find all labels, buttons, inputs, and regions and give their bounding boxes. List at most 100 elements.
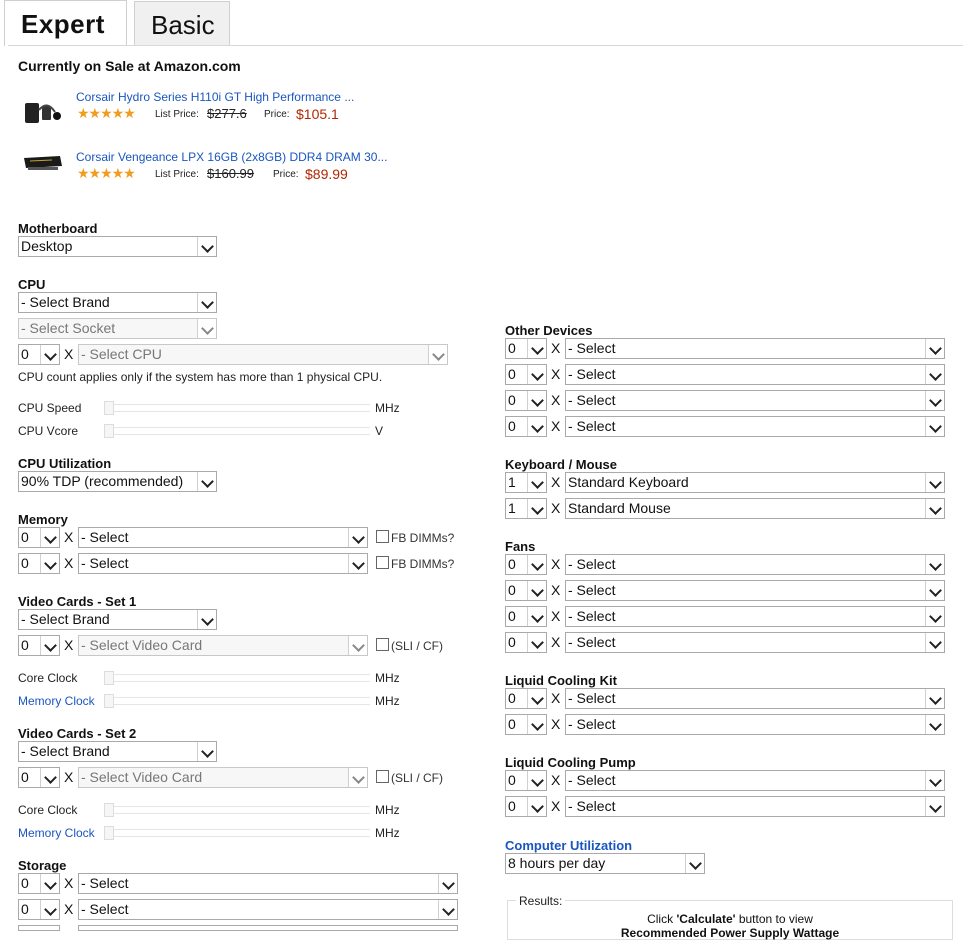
times-sign: X (64, 901, 74, 917)
storage-select-2[interactable]: - Select (78, 899, 458, 920)
motherboard-select[interactable]: Desktop (18, 236, 217, 257)
slider-handle[interactable] (104, 401, 114, 415)
chevron-down-icon (527, 633, 546, 652)
memory-count-select-2[interactable]: 0 (18, 553, 60, 574)
core-clock-slider-1[interactable] (104, 671, 370, 685)
slider-handle[interactable] (104, 694, 114, 708)
fb-dimms-checkbox-2[interactable] (376, 556, 389, 569)
chevron-down-icon (527, 417, 546, 436)
other-select-3[interactable]: - Select (565, 390, 945, 411)
tab-basic[interactable]: Basic (134, 1, 230, 45)
ram-stick-image[interactable] (22, 152, 64, 174)
storage-select-3[interactable] (78, 925, 458, 931)
fan-select-1[interactable]: - Select (565, 554, 945, 575)
chevron-down-icon (925, 365, 944, 384)
fan-select-4[interactable]: - Select (565, 632, 945, 653)
sli-cf-checkbox-2[interactable] (376, 770, 389, 783)
cpu-utilization-select[interactable]: 90% TDP (recommended) (18, 471, 217, 492)
fan-count-select-3[interactable]: 0 (505, 606, 547, 627)
times-sign: X (551, 366, 561, 382)
mouse-count-select[interactable]: 1 (505, 498, 547, 519)
lck-count-select-1[interactable]: 0 (505, 688, 547, 709)
cpu-model-select[interactable]: - Select CPU (78, 344, 448, 365)
times-sign: X (551, 474, 561, 490)
lck-count-value: 0 (508, 716, 516, 732)
video-set1-count-select[interactable]: 0 (18, 635, 60, 656)
storage-count-select-3[interactable] (18, 925, 60, 931)
liquid-cooler-image[interactable] (22, 98, 62, 128)
lck-select-2[interactable]: - Select (565, 714, 945, 735)
cpu-vcore-slider[interactable] (104, 424, 370, 438)
slider-handle[interactable] (104, 424, 114, 438)
storage-count-select-1[interactable]: 0 (18, 873, 60, 894)
cpu-brand-value: - Select Brand (21, 294, 110, 310)
core-clock-slider-2[interactable] (104, 803, 370, 817)
other-select-4[interactable]: - Select (565, 416, 945, 437)
memory-clock-link-2[interactable]: Memory Clock (18, 826, 95, 840)
video-set1-label: Video Cards - Set 1 (18, 594, 137, 609)
cpu-count-select[interactable]: 0 (18, 344, 60, 365)
chevron-down-icon (197, 472, 216, 491)
other-value: - Select (568, 366, 616, 382)
slider-handle[interactable] (104, 826, 114, 840)
fan-count-select-4[interactable]: 0 (505, 632, 547, 653)
chevron-down-icon (925, 391, 944, 410)
other-select-2[interactable]: - Select (565, 364, 945, 385)
slider-handle[interactable] (104, 803, 114, 817)
computer-utilization-link[interactable]: Computer Utilization (505, 838, 632, 853)
fan-count-select-2[interactable]: 0 (505, 580, 547, 601)
tab-expert[interactable]: Expert (4, 0, 127, 46)
lcp-select-2[interactable]: - Select (565, 796, 945, 817)
lcp-select-1[interactable]: - Select (565, 770, 945, 791)
other-select-1[interactable]: - Select (565, 338, 945, 359)
fan-count-select-1[interactable]: 0 (505, 554, 547, 575)
sli-cf-checkbox-1[interactable] (376, 638, 389, 651)
other-count-select-4[interactable]: 0 (505, 416, 547, 437)
fan-select-2[interactable]: - Select (565, 580, 945, 601)
cpu-socket-select[interactable]: - Select Socket (18, 318, 217, 339)
memory-select-2[interactable]: - Select (78, 553, 368, 574)
keyboard-select[interactable]: Standard Keyboard (565, 472, 945, 493)
motherboard-value: Desktop (21, 238, 73, 254)
video-set1-brand-select[interactable]: - Select Brand (18, 609, 217, 630)
lck-count-select-2[interactable]: 0 (505, 714, 547, 735)
keyboard-count-select[interactable]: 1 (505, 472, 547, 493)
lcp-count-select-1[interactable]: 0 (505, 770, 547, 791)
product-link-1[interactable]: Corsair Hydro Series H110i GT High Perfo… (76, 90, 354, 104)
video-set2-count-select[interactable]: 0 (18, 767, 60, 788)
memory-clock-link-1[interactable]: Memory Clock (18, 694, 95, 708)
slider-handle[interactable] (104, 671, 114, 685)
video-set2-card-select[interactable]: - Select Video Card (78, 767, 368, 788)
video-set1-card-select[interactable]: - Select Video Card (78, 635, 368, 656)
cpu-brand-select[interactable]: - Select Brand (18, 292, 217, 313)
cpu-speed-slider[interactable] (104, 401, 370, 415)
memory-clock-slider-2[interactable] (104, 826, 370, 840)
computer-utilization-select[interactable]: 8 hours per day (505, 853, 705, 874)
chevron-down-icon (40, 874, 59, 893)
times-sign: X (64, 346, 74, 362)
lck-select-1[interactable]: - Select (565, 688, 945, 709)
other-count-select-3[interactable]: 0 (505, 390, 547, 411)
cpu-speed-unit: MHz (375, 401, 400, 415)
video-set2-brand-select[interactable]: - Select Brand (18, 741, 217, 762)
lck-count-value: 0 (508, 690, 516, 706)
memory-count-select-1[interactable]: 0 (18, 527, 60, 548)
lcp-count-select-2[interactable]: 0 (505, 796, 547, 817)
memory-select-1[interactable]: - Select (78, 527, 368, 548)
fb-dimms-checkbox-1[interactable] (376, 530, 389, 543)
times-sign: X (64, 875, 74, 891)
memory-clock-slider-1[interactable] (104, 694, 370, 708)
chevron-down-icon (925, 689, 944, 708)
sale-price-1: $105.1 (296, 106, 339, 122)
mouse-select[interactable]: Standard Mouse (565, 498, 945, 519)
cpu-vcore-unit: V (375, 424, 384, 438)
storage-select-1[interactable]: - Select (78, 873, 458, 894)
tab-basic-label: Basic (151, 10, 215, 40)
video-brand-value: - Select Brand (21, 611, 110, 627)
price-label-2: Price: (273, 169, 299, 180)
other-count-select-2[interactable]: 0 (505, 364, 547, 385)
product-link-2[interactable]: Corsair Vengeance LPX 16GB (2x8GB) DDR4 … (76, 150, 387, 164)
fan-select-3[interactable]: - Select (565, 606, 945, 627)
storage-count-select-2[interactable]: 0 (18, 899, 60, 920)
other-count-select-1[interactable]: 0 (505, 338, 547, 359)
